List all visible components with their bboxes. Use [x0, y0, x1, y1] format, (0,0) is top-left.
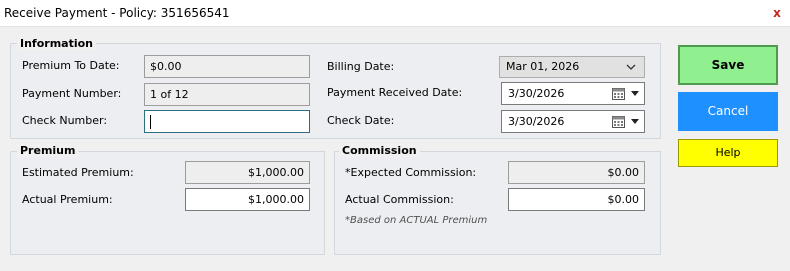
- actual-premium-label: Actual Premium:: [22, 193, 113, 206]
- calendar-icon[interactable]: [612, 87, 625, 100]
- check-number-label: Check Number:: [22, 114, 108, 127]
- payment-received-date-label: Payment Received Date:: [327, 86, 463, 99]
- payment-received-date-value: 3/30/2026: [508, 87, 565, 100]
- billing-date-dropdown[interactable]: Mar 01, 2026: [499, 56, 645, 78]
- expected-commission-label: *Expected Commission:: [345, 166, 477, 179]
- premium-to-date-field: $0.00: [144, 55, 310, 78]
- commission-group-title: Commission: [339, 144, 420, 157]
- cancel-button[interactable]: Cancel: [678, 92, 778, 131]
- premium-to-date-label: Premium To Date:: [22, 59, 120, 72]
- expected-commission-field: $0.00: [508, 161, 645, 184]
- date-dropdown-arrow-icon[interactable]: [631, 119, 639, 124]
- payment-received-date-picker[interactable]: 3/30/2026: [501, 82, 645, 105]
- payment-number-label: Payment Number:: [22, 87, 122, 100]
- payment-number-field: 1 of 12: [144, 83, 310, 106]
- actual-premium-input[interactable]: $1,000.00: [185, 188, 310, 211]
- premium-group-title: Premium: [17, 144, 79, 157]
- billing-date-value: Mar 01, 2026: [506, 60, 580, 73]
- text-caret: [150, 115, 151, 129]
- actual-commission-input[interactable]: $0.00: [508, 188, 645, 211]
- check-date-value: 3/30/2026: [508, 115, 565, 128]
- estimated-premium-label: Estimated Premium:: [22, 166, 134, 179]
- help-button[interactable]: Help: [678, 139, 778, 167]
- check-date-picker[interactable]: 3/30/2026: [501, 110, 645, 133]
- date-dropdown-arrow-icon[interactable]: [631, 91, 639, 96]
- check-number-input[interactable]: [144, 110, 310, 133]
- calendar-icon[interactable]: [612, 115, 625, 128]
- close-button[interactable]: x: [768, 5, 786, 22]
- actual-commission-label: Actual Commission:: [345, 193, 454, 206]
- commission-note: *Based on ACTUAL Premium: [345, 215, 488, 226]
- estimated-premium-field: $1,000.00: [185, 161, 310, 184]
- check-date-label: Check Date:: [327, 114, 395, 127]
- save-button[interactable]: Save: [678, 45, 778, 85]
- window-title: Receive Payment - Policy: 351656541: [4, 6, 230, 20]
- billing-date-label: Billing Date:: [327, 60, 395, 73]
- chevron-down-icon: [626, 64, 636, 70]
- information-group-title: Information: [17, 37, 96, 50]
